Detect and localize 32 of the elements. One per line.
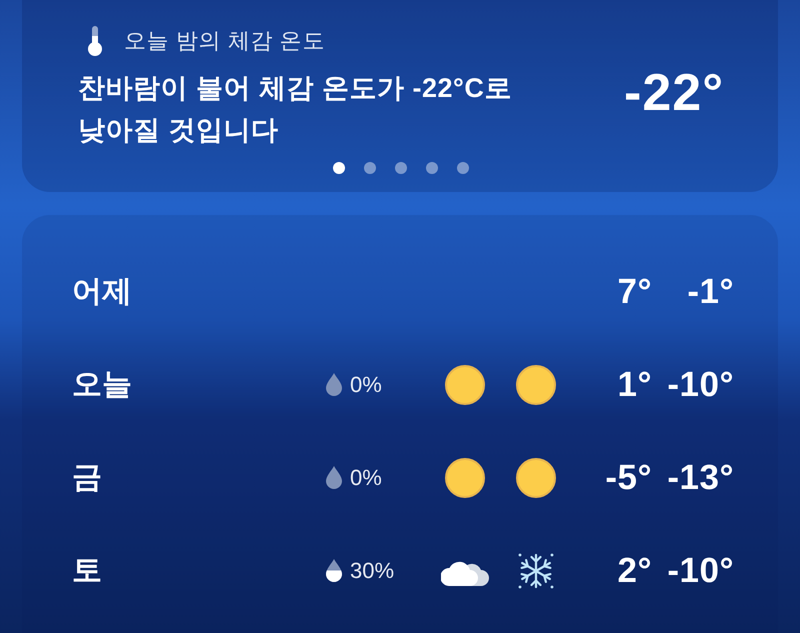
high-temp: -5° [605, 458, 652, 498]
low-temp: -10° [667, 364, 734, 404]
feels-like-title: 오늘 밤의 체감 온도 [124, 27, 325, 55]
high-temp: 7° [618, 272, 652, 312]
low-temp: -1° [687, 272, 734, 312]
precip-chance: 0% [350, 464, 382, 490]
sun-icon [445, 458, 485, 498]
page-dot[interactable] [457, 162, 469, 174]
page-dot[interactable] [426, 162, 438, 174]
feels-like-message: 찬바람이 불어 체감 온도가 -22°C로 낮아질 것입니다 [78, 72, 513, 147]
high-temp: 2° [618, 550, 652, 590]
precip-chance: 30% [350, 558, 394, 584]
sun-icon [516, 458, 556, 498]
sun-icon [445, 364, 485, 404]
raindrop-icon [326, 466, 342, 489]
day-label: 금 [72, 460, 102, 496]
precip-chance: 0% [350, 372, 382, 398]
day-label: 오늘 [72, 367, 132, 403]
raindrop-icon [326, 559, 342, 582]
low-temp: -13° [667, 458, 734, 498]
page-dot[interactable] [333, 162, 345, 174]
feels-like-value: -22° [624, 67, 724, 119]
raindrop-icon [326, 373, 342, 396]
day-label: 토 [72, 553, 102, 589]
day-label: 어제 [72, 274, 132, 310]
low-temp: -10° [667, 550, 734, 590]
page-dot[interactable] [395, 162, 407, 174]
thermometer-icon [88, 26, 102, 56]
page-dot[interactable] [364, 162, 376, 174]
high-temp: 1° [618, 364, 652, 404]
sun-icon [516, 364, 556, 404]
snowflake-icon [517, 552, 555, 590]
